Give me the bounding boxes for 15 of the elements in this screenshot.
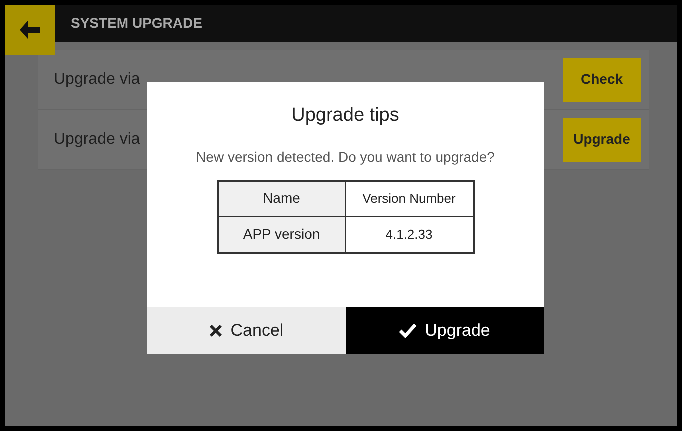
dialog-message: New version detected. Do you want to upgrade? — [196, 148, 495, 167]
row-label: Upgrade via — [54, 130, 140, 150]
dialog-title: Upgrade tips — [292, 104, 400, 128]
action-button[interactable]: Check — [563, 58, 641, 102]
table-cell: APP version — [218, 216, 346, 252]
page-title: SYSTEM UPGRADE — [71, 14, 202, 33]
back-button[interactable] — [5, 5, 55, 55]
check-icon — [399, 323, 418, 338]
action-button[interactable]: Upgrade — [563, 118, 641, 162]
column-header: Name — [218, 180, 346, 216]
back-arrow-icon — [18, 20, 42, 40]
upgrade-button[interactable]: Upgrade — [346, 307, 544, 354]
cancel-button[interactable]: Cancel — [147, 307, 346, 354]
row-label: Upgrade via — [54, 70, 140, 90]
close-icon — [208, 324, 223, 338]
